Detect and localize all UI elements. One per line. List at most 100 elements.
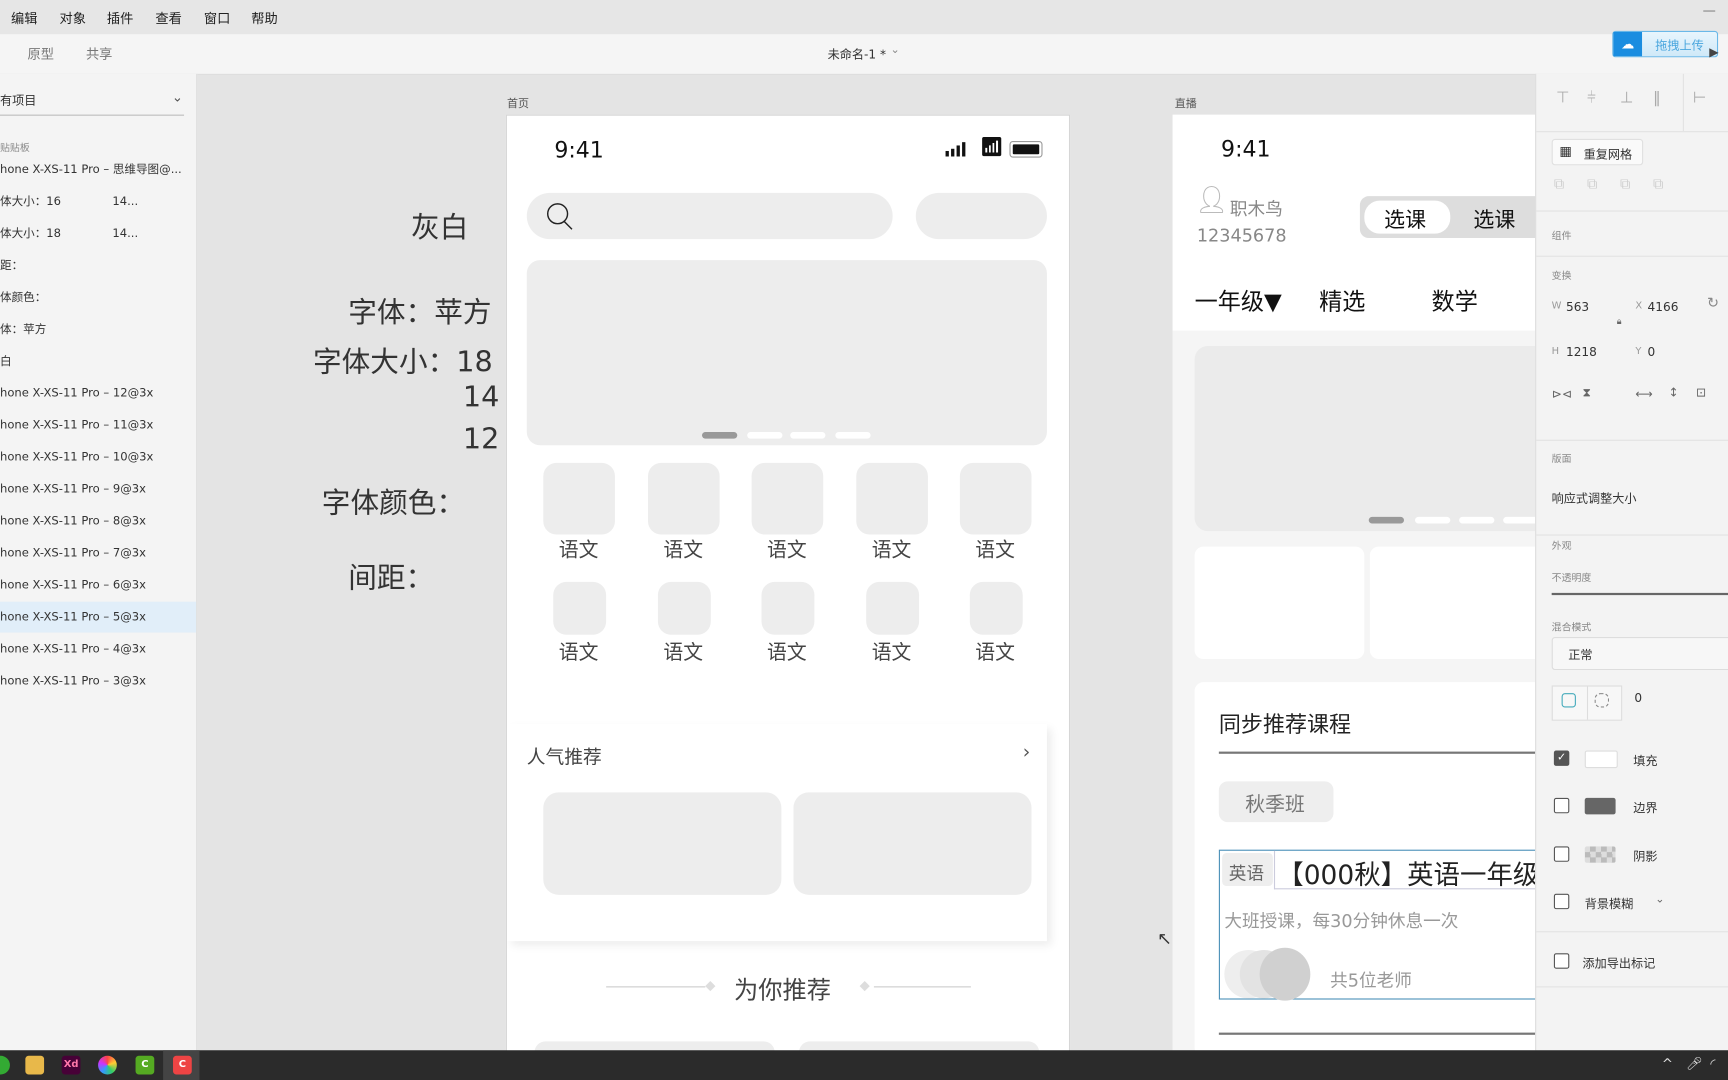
category-icon[interactable] [647, 462, 720, 535]
live-card[interactable] [1369, 546, 1536, 660]
layer-item[interactable]: 体颜色： [0, 282, 196, 313]
boolean-exclude-icon[interactable]: ⧉ [1653, 176, 1663, 193]
background-blur-checkbox[interactable] [1553, 893, 1570, 910]
layer-item[interactable]: hone X-XS-11 Pro – 7@3x [0, 538, 196, 569]
align-left-icon[interactable]: ⊢ [1693, 89, 1706, 107]
category-label[interactable]: 语文 [858, 637, 924, 666]
artboard-live[interactable]: 9:41 👤︎ 职木鸟 12345678 选课 选课 一年级▼ 精选 数学 同步… [1172, 114, 1536, 1051]
rotate-icon[interactable]: ↻ [1707, 295, 1719, 312]
layer-item[interactable]: 距： [0, 250, 196, 281]
menu-view[interactable]: 查看 [155, 9, 181, 28]
corner-each-icon[interactable] [1594, 693, 1609, 708]
layer-item[interactable]: hone X-XS-11 Pro – 思维导图@... [0, 154, 196, 185]
carousel-dot[interactable] [790, 431, 826, 439]
radius-input[interactable]: 0 [1634, 691, 1642, 705]
camtasia-green-icon[interactable]: C [135, 1055, 155, 1075]
menu-help[interactable]: 帮助 [251, 9, 277, 28]
chevron-down-icon[interactable]: ⌄ [890, 44, 899, 56]
category-label[interactable]: 语文 [962, 637, 1028, 666]
menu-window[interactable]: 窗口 [204, 9, 230, 28]
live-banner[interactable] [1194, 346, 1536, 532]
segment-option[interactable]: 选课 [1473, 204, 1515, 234]
search-input[interactable] [526, 192, 893, 240]
category-label[interactable]: 语文 [858, 534, 924, 563]
height-input[interactable]: 1218 [1566, 345, 1597, 359]
opacity-slider[interactable] [1551, 592, 1728, 596]
x-input[interactable]: 4166 [1648, 300, 1679, 314]
boolean-subtract-icon[interactable]: ⧉ [1587, 176, 1597, 193]
flip-horizontal-icon[interactable]: ⊳⊲ [1552, 387, 1572, 401]
layer-item[interactable]: hone X-XS-11 Pro – 12@3x [0, 378, 196, 409]
microphone-icon[interactable]: 🎤︎ [1686, 1056, 1703, 1071]
chevron-right-icon[interactable]: › [1023, 742, 1031, 764]
menu-plugins[interactable]: 插件 [107, 9, 133, 28]
layer-item[interactable]: hone X-XS-11 Pro – 4@3x [0, 634, 196, 665]
align-middle-icon[interactable]: ⫩ [1587, 89, 1596, 107]
nav-math[interactable]: 数学 [1432, 284, 1478, 317]
camtasia-red-icon[interactable]: C [173, 1055, 192, 1075]
category-icon[interactable] [865, 581, 919, 635]
carousel-dot[interactable] [1503, 516, 1536, 524]
category-label[interactable]: 语文 [650, 534, 716, 563]
category-icon[interactable] [657, 581, 711, 635]
repeat-grid-button[interactable]: ▦ 重复网格 [1551, 138, 1644, 166]
header-button[interactable] [915, 192, 1047, 240]
layer-item[interactable]: 体大小：16 14... [0, 186, 196, 217]
boolean-add-icon[interactable]: ⧉ [1554, 176, 1564, 193]
artboard-label-home[interactable]: 首页 [507, 94, 529, 110]
category-icon[interactable] [959, 462, 1032, 535]
shadow-checkbox[interactable] [1553, 846, 1570, 862]
flip-vertical-icon[interactable]: ⧗ [1583, 386, 1592, 401]
align-top-icon[interactable]: ⊤ [1556, 89, 1569, 107]
tab-prototype[interactable]: 原型 [28, 44, 54, 63]
layer-item[interactable]: hone X-XS-11 Pro – 9@3x [0, 474, 196, 505]
layer-filter[interactable]: 有项目 [0, 91, 36, 109]
chevron-down-icon[interactable]: ⌄ [1655, 894, 1664, 906]
y-input[interactable]: 0 [1648, 345, 1656, 359]
align-bottom-icon[interactable]: ⊥ [1620, 89, 1633, 107]
document-title[interactable]: 未命名-1 * [828, 45, 886, 63]
lock-icon[interactable]: 🔒︎ [1617, 316, 1622, 327]
category-icon[interactable] [969, 581, 1023, 635]
artboard-label-live[interactable]: 直播 [1175, 94, 1197, 110]
layer-item[interactable]: hone X-XS-11 Pro – 5@3x [0, 601, 197, 633]
minimize-icon[interactable]: — [1703, 2, 1716, 17]
adobe-xd-icon[interactable]: Xd [61, 1055, 81, 1075]
banner-carousel[interactable] [526, 260, 1047, 446]
width-input[interactable]: 563 [1566, 300, 1589, 314]
distribute-icon[interactable]: ‖ [1653, 89, 1661, 107]
export-mark-checkbox[interactable] [1553, 953, 1570, 969]
live-card[interactable] [1194, 546, 1365, 660]
category-label[interactable]: 语文 [650, 637, 716, 666]
nav-featured[interactable]: 精选 [1319, 284, 1365, 317]
carousel-dot[interactable] [835, 431, 871, 439]
play-icon[interactable]: ▶ [1709, 45, 1718, 59]
tab-share[interactable]: 共享 [86, 44, 112, 63]
category-label[interactable]: 语文 [546, 534, 612, 563]
course-card[interactable]: 英语 【000秋】英语一年级 大班授课，每30分钟休息一次 共5位老师 [1218, 849, 1536, 1001]
corner-all-icon[interactable] [1561, 693, 1576, 708]
layer-item[interactable]: 白 [0, 346, 196, 377]
menu-object[interactable]: 对象 [60, 9, 86, 28]
layer-item[interactable]: hone X-XS-11 Pro – 8@3x [0, 506, 196, 537]
blend-mode-select[interactable]: 正常 [1551, 636, 1728, 671]
carousel-dot-active[interactable] [1368, 516, 1404, 524]
border-swatch[interactable] [1584, 797, 1616, 815]
season-tag[interactable]: 秋季班 [1218, 781, 1334, 823]
chevron-up-icon[interactable]: ^ [1662, 1056, 1673, 1071]
pin-icon[interactable]: ⊡ [1696, 386, 1706, 400]
category-icon[interactable] [856, 462, 928, 535]
layer-item[interactable]: hone X-XS-11 Pro – 6@3x [0, 570, 196, 601]
artboard-home[interactable]: 9:41 📶︎ 语文 语文 语文 语文 语文 语文 语文 语文 语文 语文 人气推荐 › ◆ 为你… [505, 114, 1071, 1053]
category-label[interactable]: 语文 [754, 637, 820, 666]
carousel-dot[interactable] [747, 431, 783, 439]
category-icon[interactable] [760, 581, 814, 635]
carousel-dot-active[interactable] [701, 431, 738, 439]
layer-item[interactable]: hone X-XS-11 Pro – 10@3x [0, 442, 196, 473]
chevron-down-icon[interactable]: ⌄ [172, 89, 183, 104]
carousel-dot[interactable] [1415, 516, 1451, 524]
fixed-height-icon[interactable]: ↕ [1668, 386, 1678, 400]
menu-edit[interactable]: 编辑 [11, 9, 37, 28]
segment-active[interactable]: 选课 [1364, 200, 1451, 234]
layer-item[interactable]: 体大小：18 14... [0, 218, 196, 249]
